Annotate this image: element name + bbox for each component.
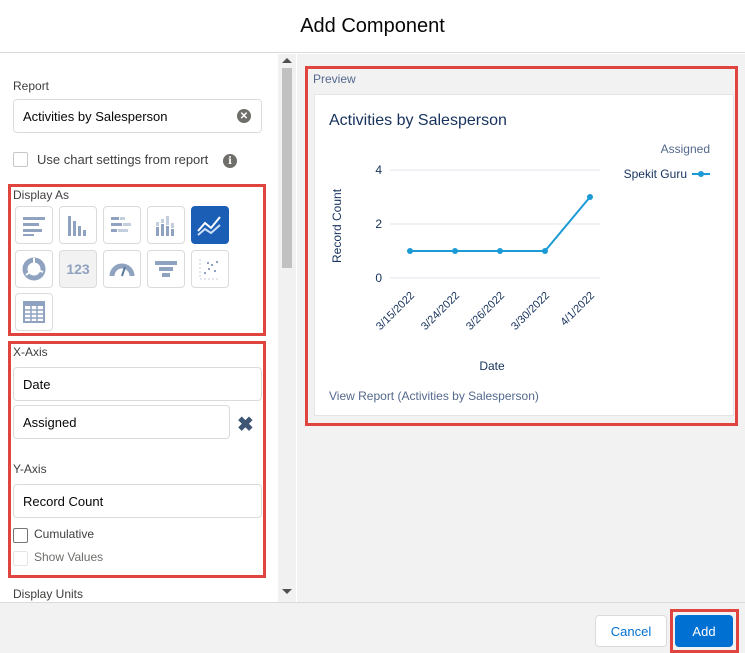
report-input[interactable]: Activities by Salesperson ✕ — [13, 99, 262, 133]
scroll-up-icon[interactable] — [282, 58, 292, 63]
report-label: Report — [13, 79, 50, 93]
use-chart-settings-checkbox[interactable] — [13, 152, 28, 167]
display-units-label: Display Units — [13, 587, 84, 601]
display-as-highlight — [8, 184, 266, 336]
modal-title: Add Component — [300, 14, 445, 37]
use-chart-settings-label: Use chart settings from report — [37, 152, 209, 167]
cancel-button[interactable]: Cancel — [595, 615, 667, 647]
add-button-highlight — [670, 609, 739, 653]
clear-report-icon[interactable]: ✕ — [237, 109, 251, 123]
scroll-thumb[interactable] — [282, 68, 292, 268]
scroll-down-icon[interactable] — [282, 589, 292, 594]
axes-highlight — [8, 341, 266, 578]
left-panel-scrollbar[interactable] — [278, 54, 296, 602]
info-icon[interactable]: i — [223, 154, 237, 168]
modal-header: Add Component — [0, 0, 745, 53]
report-value: Activities by Salesperson — [23, 108, 168, 124]
preview-highlight — [305, 66, 738, 426]
